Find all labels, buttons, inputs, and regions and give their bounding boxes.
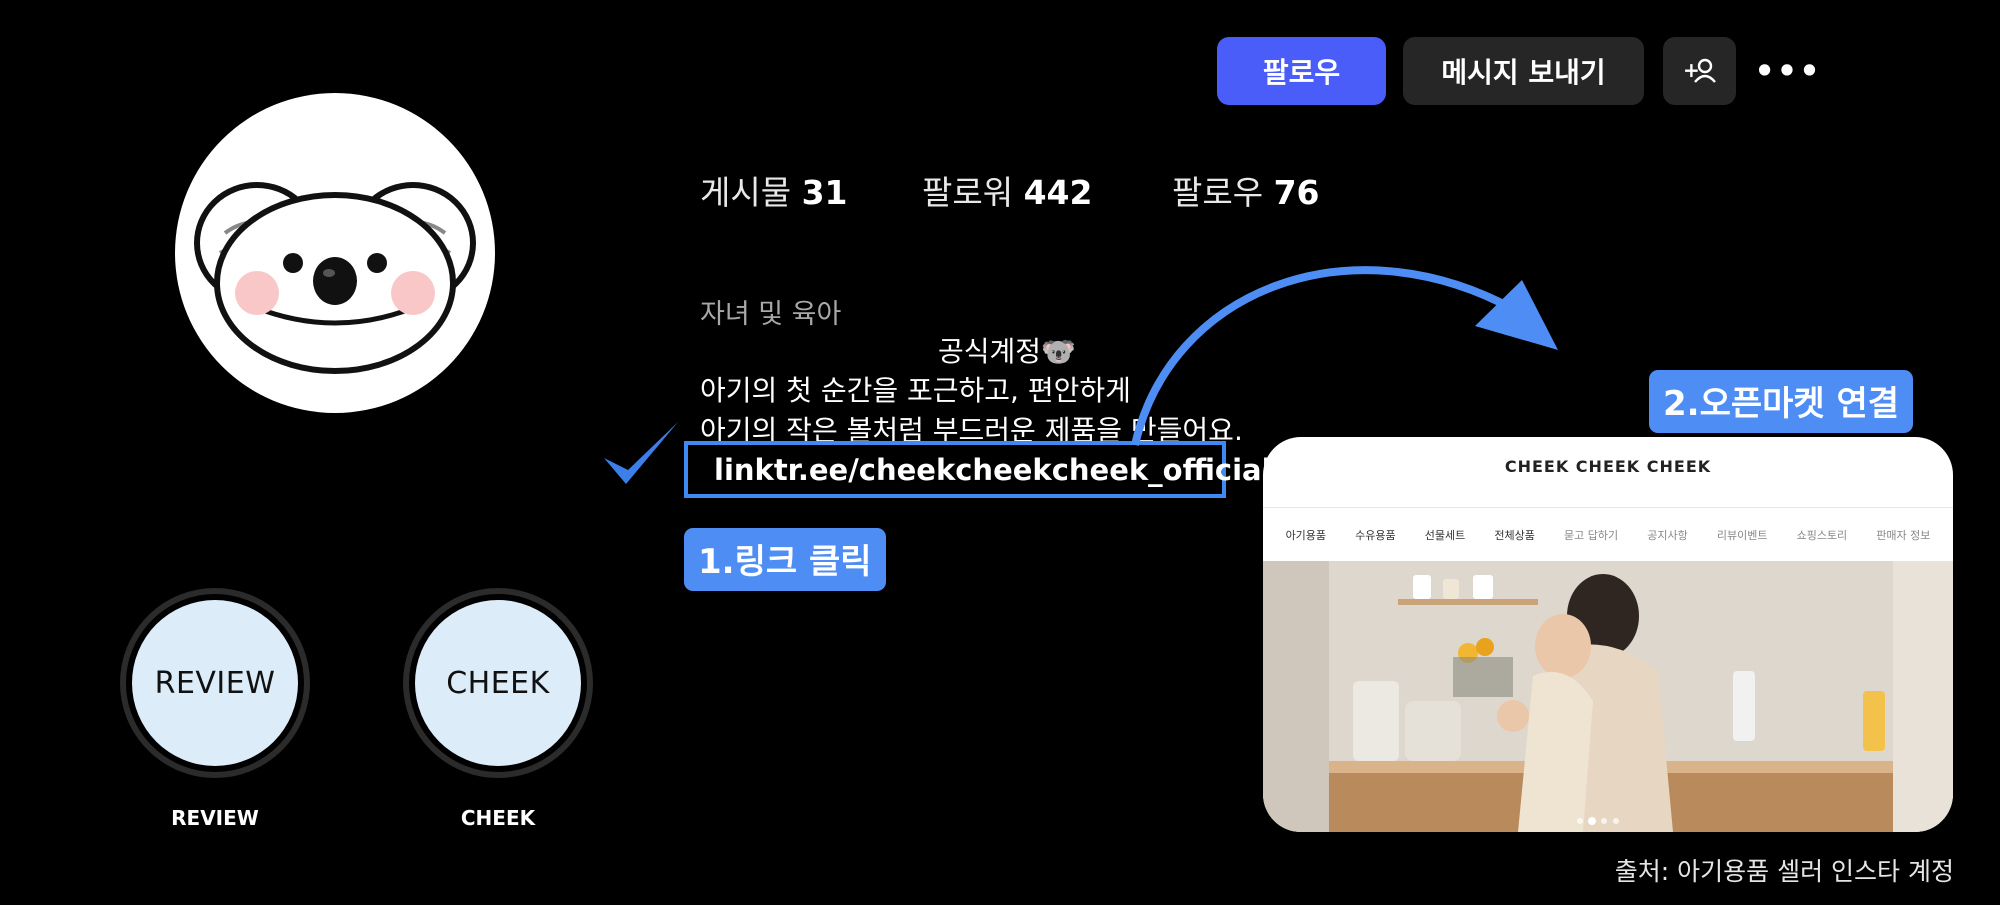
more-options-button[interactable]: •••	[1754, 37, 1819, 105]
shop-nav: 아기용품 수유용품 선물세트 전체상품 묻고 답하기 공지사항 리뷰이벤트 쇼핑…	[1263, 507, 1953, 561]
curved-arrow-icon	[1131, 266, 1558, 446]
follow-button[interactable]: 팔로우	[1217, 37, 1386, 105]
stat-value: 76	[1273, 173, 1320, 212]
stat-label: 팔로워	[922, 173, 1014, 212]
highlight-review[interactable]: REVIEW REVIEW	[120, 588, 310, 830]
highlight-cheek[interactable]: CHEEK CHEEK	[403, 588, 593, 830]
bio-line-2: 아기의 첫 순간을 포근하고, 편안하게	[700, 374, 1131, 407]
profile-category: 자녀 및 육아	[700, 299, 842, 330]
suggest-people-button[interactable]: +	[1663, 37, 1736, 105]
shop-nav-item[interactable]: 쇼핑스토리	[1797, 527, 1848, 543]
step1-label: 1.링크 클릭	[684, 528, 886, 591]
source-caption: 출처: 아기용품 셀러 인스타 계정	[1614, 857, 1954, 886]
message-button[interactable]: 메시지 보내기	[1403, 37, 1644, 105]
shop-nav-item[interactable]: 공지사항	[1647, 527, 1687, 543]
highlight-cover: REVIEW	[132, 600, 298, 766]
stat-value: 442	[1023, 173, 1093, 212]
stat-label: 팔로우	[1172, 173, 1264, 212]
shop-nav-item[interactable]: 선물세트	[1425, 527, 1465, 543]
profile-link-text: linktr.ee/cheekcheekcheek_official	[714, 452, 1272, 487]
stat-value: 31	[801, 173, 848, 212]
shop-nav-item[interactable]: 아기용품	[1286, 527, 1326, 543]
shop-nav-item[interactable]: 리뷰이벤트	[1717, 527, 1768, 543]
stat-label: 게시물	[700, 173, 792, 212]
step2-label: 2.오픈마켓 연결	[1649, 370, 1914, 433]
shop-nav-item[interactable]: 전체상품	[1494, 527, 1534, 543]
shop-preview-card: CHEEK CHEEK CHEEK 아기용품 수유용품 선물세트 전체상품 묻고…	[1263, 437, 1953, 832]
bio-line-1: 공식계정🐨	[938, 335, 1076, 368]
checkmark-icon	[604, 422, 678, 484]
shop-logo: CHEEK CHEEK CHEEK	[1504, 457, 1712, 476]
highlight-cover: CHEEK	[415, 600, 581, 766]
highlight-label: REVIEW	[171, 806, 259, 830]
shop-nav-item[interactable]: 판매자 정보	[1876, 527, 1930, 543]
stat-following[interactable]: 팔로우 76	[1172, 166, 1320, 214]
shop-hero-image[interactable]	[1263, 561, 1953, 832]
shop-nav-item[interactable]: 수유용품	[1355, 527, 1395, 543]
highlight-label: CHEEK	[460, 806, 536, 830]
shop-nav-item[interactable]: 묻고 답하기	[1564, 527, 1618, 543]
stat-followers[interactable]: 팔로워 442	[922, 166, 1092, 214]
add-person-icon: +	[1683, 58, 1716, 83]
profile-avatar[interactable]	[175, 93, 495, 413]
stat-posts: 게시물 31	[700, 166, 848, 214]
highlight-ring: CHEEK	[403, 588, 593, 778]
highlight-ring: REVIEW	[120, 588, 310, 778]
koala-icon	[194, 182, 476, 374]
